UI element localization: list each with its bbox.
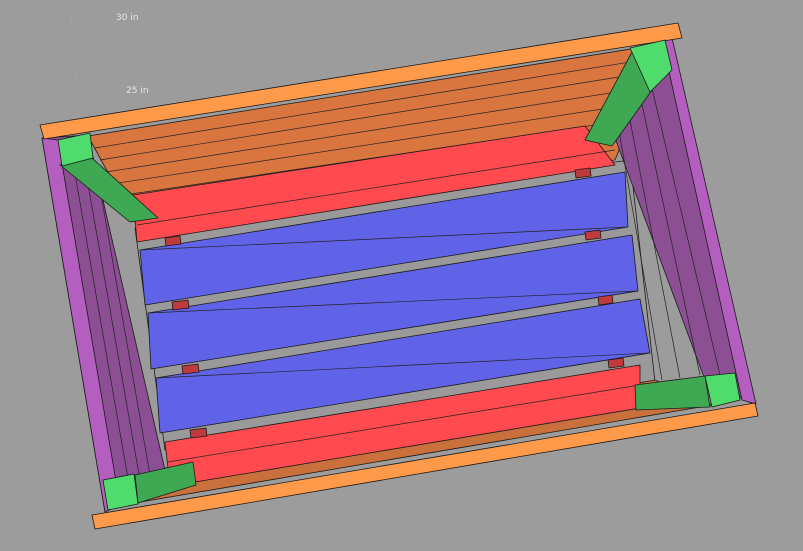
crate-model[interactable] xyxy=(0,0,803,551)
corner-post-bottom-right-cap xyxy=(704,372,741,408)
corner-post-bottom-left-cap xyxy=(102,473,139,511)
3d-viewport[interactable]: 30 in 25 in xyxy=(0,0,803,551)
